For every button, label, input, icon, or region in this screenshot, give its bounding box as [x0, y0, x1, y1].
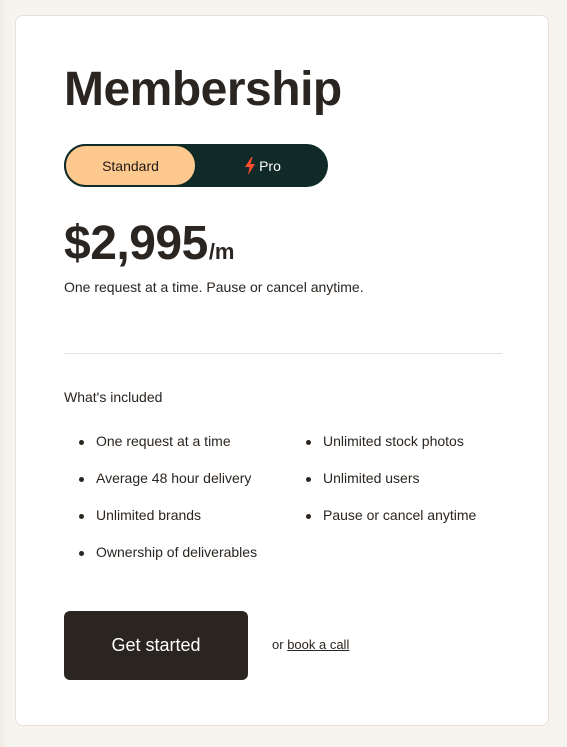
feature-label: Unlimited stock photos	[323, 433, 464, 449]
toggle-option-label: Pro	[259, 157, 281, 174]
features-column-right: Unlimited stock photos Unlimited users P…	[291, 433, 476, 544]
membership-card: Membership Standard Pro $2,995 /m One re…	[15, 15, 549, 726]
feature-item: Unlimited stock photos	[291, 433, 476, 470]
feature-label: One request at a time	[96, 433, 231, 449]
feature-label: Pause or cancel anytime	[323, 507, 477, 523]
toggle-option-pro[interactable]: Pro	[197, 144, 328, 187]
bullet	[306, 440, 311, 445]
get-started-button[interactable]: Get started	[64, 611, 248, 680]
included-heading: What's included	[64, 389, 163, 405]
feature-item: Pause or cancel anytime	[291, 507, 476, 544]
feature-item: Average 48 hour delivery	[64, 470, 257, 507]
bullet	[306, 514, 311, 519]
book-a-call-link[interactable]: book a call	[287, 637, 349, 652]
plan-toggle: Standard Pro	[64, 144, 328, 187]
bullet	[79, 514, 84, 519]
bullet	[79, 440, 84, 445]
lightning-bolt-icon	[245, 156, 256, 175]
feature-item: Ownership of deliverables	[64, 544, 257, 581]
toggle-option-standard[interactable]: Standard	[64, 144, 197, 187]
toggle-option-label: Standard	[102, 157, 159, 174]
feature-item: Unlimited brands	[64, 507, 257, 544]
book-call-prefix: or	[272, 637, 284, 652]
feature-item: One request at a time	[64, 433, 257, 470]
price: $2,995 /m	[64, 214, 235, 274]
feature-label: Unlimited users	[323, 470, 420, 486]
feature-item: Unlimited users	[291, 470, 476, 507]
page-background: Membership Standard Pro $2,995 /m One re…	[0, 0, 567, 747]
bullet	[79, 477, 84, 482]
plan-tagline: One request at a time. Pause or cancel a…	[64, 279, 364, 295]
feature-label: Average 48 hour delivery	[96, 470, 252, 486]
price-amount: $2,995	[64, 217, 208, 270]
price-period: /m	[208, 239, 235, 264]
divider	[64, 353, 502, 354]
features-column-left: One request at a time Average 48 hour de…	[64, 433, 257, 581]
feature-label: Ownership of deliverables	[96, 544, 258, 560]
book-call-line: or book a call	[272, 637, 349, 652]
bullet	[79, 551, 84, 556]
bullet	[306, 477, 311, 482]
page-title: Membership	[64, 63, 342, 116]
feature-label: Unlimited brands	[96, 507, 202, 523]
